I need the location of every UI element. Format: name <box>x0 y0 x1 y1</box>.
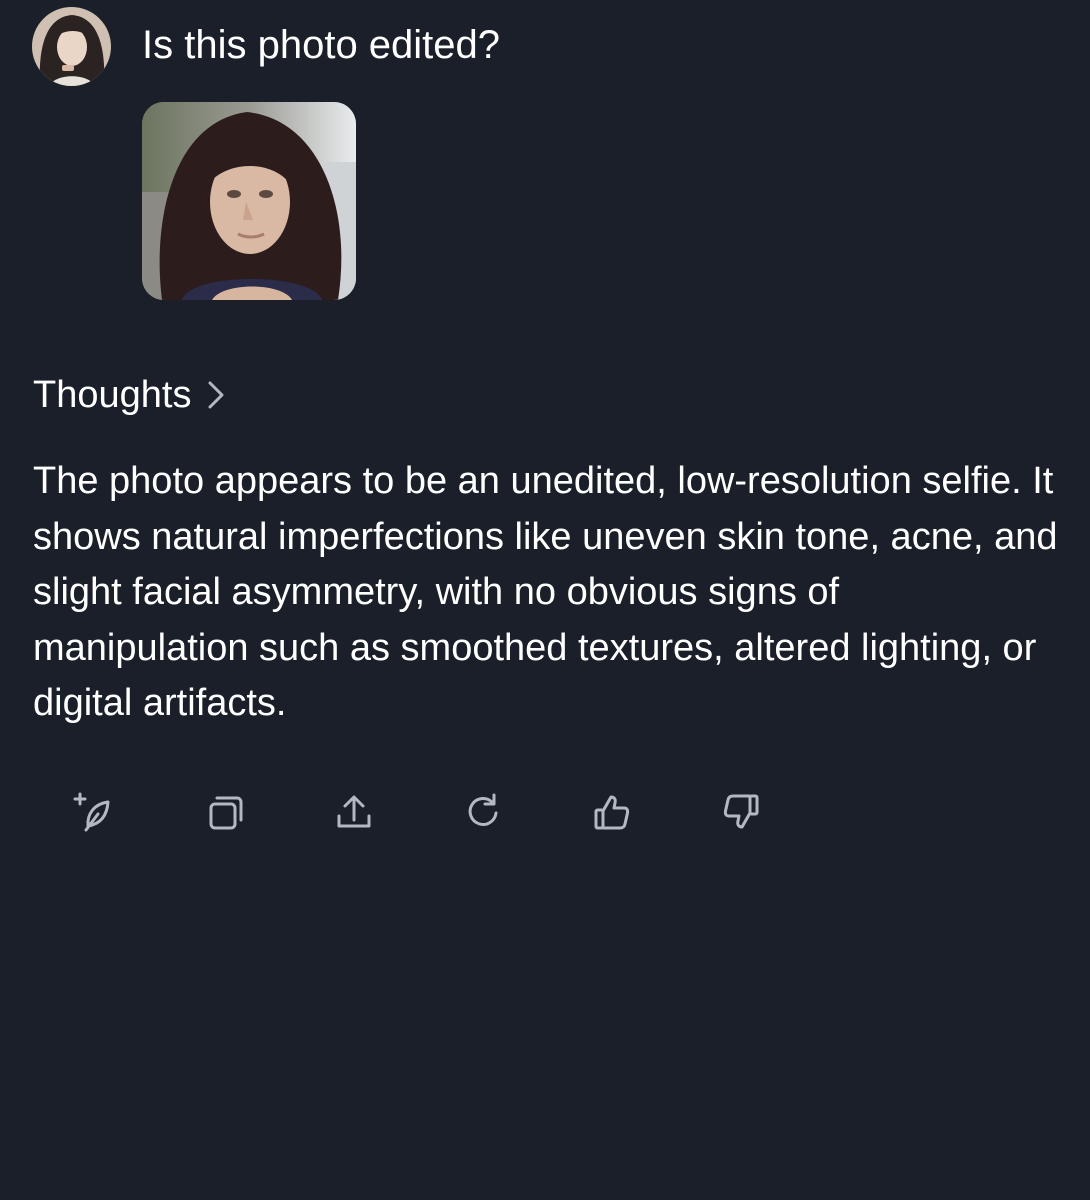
selfie-photo-thumbnail <box>142 102 356 300</box>
thumbs-down-button[interactable] <box>713 784 769 840</box>
thumbs-up-button[interactable] <box>584 784 640 840</box>
user-avatar[interactable] <box>32 7 111 86</box>
thoughts-label: Thoughts <box>33 373 192 416</box>
avatar-image <box>32 7 111 86</box>
edit-sparkle-icon <box>73 792 110 832</box>
edit-sparkle-button[interactable] <box>66 784 122 840</box>
thoughts-toggle[interactable]: Thoughts <box>33 370 227 420</box>
regenerate-icon <box>468 793 498 826</box>
user-question: Is this photo edited? <box>142 23 501 67</box>
chevron-right-icon <box>208 381 224 409</box>
regenerate-button[interactable] <box>455 784 511 840</box>
assistant-answer: The photo appears to be an unedited, low… <box>33 460 1058 724</box>
thumbs-down-icon <box>723 794 759 829</box>
share-button[interactable] <box>326 784 382 840</box>
share-icon <box>337 795 371 828</box>
attached-photo[interactable] <box>142 102 356 300</box>
thumbs-up-icon <box>594 795 630 830</box>
copy-button[interactable] <box>197 784 253 840</box>
copy-icon <box>209 796 243 830</box>
